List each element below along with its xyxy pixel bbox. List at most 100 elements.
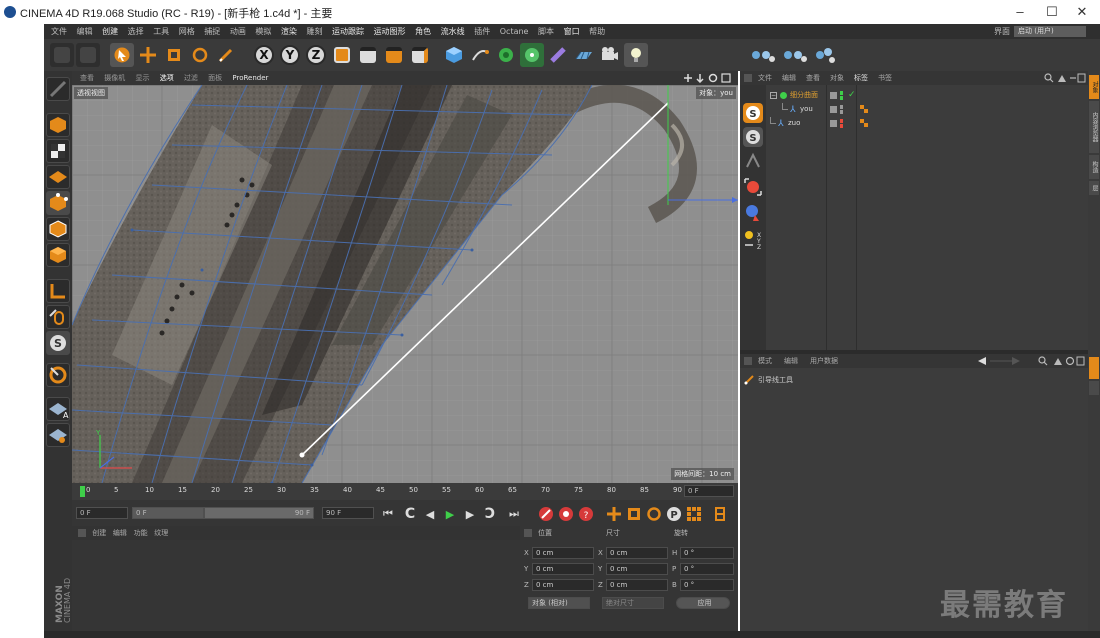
object-row[interactable]: − 细分曲面 ✓ <box>766 89 1088 102</box>
side-tab-layers[interactable]: 层 <box>1089 181 1099 195</box>
layout-preset-3-button[interactable] <box>812 43 842 67</box>
axis-mode-button[interactable] <box>46 279 70 303</box>
preview-end-field[interactable]: 90 F <box>204 507 314 519</box>
edges-mode-button[interactable] <box>46 217 70 241</box>
rotation-h-field[interactable]: 0 ° <box>680 547 734 559</box>
record-keys-button[interactable] <box>538 506 554 522</box>
menu-edit[interactable]: 编辑 <box>77 24 93 39</box>
model-mode-button[interactable] <box>46 113 70 137</box>
menu-tools[interactable]: 工具 <box>153 24 169 39</box>
visibility-editor-icon[interactable] <box>840 91 843 95</box>
deformer-button[interactable] <box>546 43 570 67</box>
render-settings-button[interactable] <box>408 43 432 67</box>
coordinate-mode-select[interactable]: 对象 (相对) <box>528 597 590 609</box>
workplane-mode-button[interactable] <box>46 165 70 189</box>
render-view-button[interactable] <box>356 43 380 67</box>
preview-start-field[interactable]: 0 F <box>132 507 204 519</box>
apply-button[interactable]: 应用 <box>676 597 730 609</box>
viewport-menu-prorender[interactable]: ProRender <box>232 71 268 85</box>
size-mode-select[interactable]: 绝对尺寸 <box>602 597 664 609</box>
go-to-start-button[interactable]: ⏮ <box>380 506 396 522</box>
light-button[interactable] <box>624 43 648 67</box>
om-menu-bookmarks[interactable]: 书签 <box>878 71 892 85</box>
visibility-editor-icon[interactable] <box>840 105 843 109</box>
menu-plugins[interactable]: 插件 <box>474 24 490 39</box>
side-tab-content-browser[interactable]: 内容浏览器 <box>1089 101 1099 153</box>
cube-button[interactable] <box>442 43 466 67</box>
visibility-render-icon[interactable] <box>840 110 843 114</box>
position-x-field[interactable]: 0 cm <box>532 547 594 559</box>
select-tool-button[interactable] <box>110 43 134 67</box>
menu-octane[interactable]: Octane <box>500 24 529 39</box>
z-axis-button[interactable]: Z <box>304 43 328 67</box>
key-position-button[interactable] <box>606 506 622 522</box>
subdivision-button[interactable] <box>494 43 518 67</box>
om-menu-edit[interactable]: 编辑 <box>782 71 796 85</box>
viewport-menu-display[interactable]: 显示 <box>135 71 149 85</box>
snap-button[interactable]: S <box>46 331 70 355</box>
expand-toggle-icon[interactable]: − <box>770 92 777 99</box>
snap-settings-button[interactable]: S <box>743 127 763 147</box>
key-pla-button[interactable] <box>686 506 702 522</box>
object-row[interactable]: ⅄ you <box>766 103 1088 116</box>
object-row[interactable]: ⅄ zuo <box>766 117 1088 130</box>
x-axis-button[interactable]: X <box>252 43 276 67</box>
pen-spline-button[interactable] <box>468 43 492 67</box>
object-name[interactable]: you <box>800 103 813 116</box>
move-tool-button[interactable] <box>136 43 160 67</box>
go-to-next-key-button[interactable]: Ↄ <box>482 506 498 522</box>
size-x-field[interactable]: 0 cm <box>606 547 668 559</box>
layer-icon[interactable] <box>830 120 837 127</box>
tweak-mode-button[interactable] <box>46 305 70 329</box>
xyz-tool-button[interactable]: XYZ <box>743 229 763 251</box>
menu-create[interactable]: 创建 <box>102 24 118 39</box>
end-frame-field[interactable]: 90 F <box>322 507 374 519</box>
size-y-field[interactable]: 0 cm <box>606 563 668 575</box>
snap-toggle-button[interactable]: S <box>743 103 763 123</box>
close-button[interactable]: ✕ <box>1066 2 1098 22</box>
timeline-window-button[interactable] <box>712 506 728 522</box>
material-menu-function[interactable]: 功能 <box>134 529 148 537</box>
floor-button[interactable] <box>572 43 596 67</box>
current-frame-marker[interactable] <box>80 486 85 497</box>
camera-button[interactable] <box>598 43 622 67</box>
menu-motion-tracking[interactable]: 运动跟踪 <box>332 24 364 39</box>
side-tab-structure[interactable]: 构造 <box>1089 155 1099 179</box>
position-z-field[interactable]: 0 cm <box>532 579 594 591</box>
rotate-tool-button[interactable] <box>188 43 212 67</box>
paint-tool-button[interactable] <box>743 203 763 223</box>
am-menu-mode[interactable]: 模式 <box>758 354 772 368</box>
object-name[interactable]: zuo <box>788 117 800 130</box>
viewport-menu-view[interactable]: 查看 <box>80 71 94 85</box>
viewport-menu-filter[interactable]: 过滤 <box>184 71 198 85</box>
make-editable-button[interactable] <box>46 77 70 101</box>
current-frame-field[interactable]: 0 F <box>684 485 734 497</box>
undo-button[interactable] <box>50 43 74 67</box>
layout-preset-2-button[interactable] <box>780 43 810 67</box>
material-menu-create[interactable]: 创建 <box>92 529 106 537</box>
array-button[interactable] <box>520 43 544 67</box>
menu-mograph[interactable]: 运动图形 <box>374 24 406 39</box>
next-frame-button[interactable]: ▶ <box>462 506 478 522</box>
viewport-menu-options[interactable]: 选项 <box>160 71 174 85</box>
om-header-icons[interactable] <box>1044 73 1086 83</box>
points-mode-button[interactable] <box>46 191 70 215</box>
start-frame-field[interactable]: 0 F <box>76 507 128 519</box>
menu-character[interactable]: 角色 <box>415 24 431 39</box>
layout-preset-1-button[interactable] <box>748 43 778 67</box>
lock-workplane-button[interactable] <box>46 363 70 387</box>
menu-script[interactable]: 脚本 <box>538 24 554 39</box>
key-rotation-button[interactable] <box>646 506 662 522</box>
side-tab-objects[interactable]: 对象 <box>1089 75 1099 99</box>
y-axis-button[interactable]: Y <box>278 43 302 67</box>
key-scale-button[interactable] <box>626 506 642 522</box>
viewport-menu-panel[interactable]: 面板 <box>208 71 222 85</box>
om-menu-objects[interactable]: 对象 <box>830 71 844 85</box>
viewport-nav-icons[interactable] <box>684 73 734 83</box>
am-menu-edit[interactable]: 编辑 <box>784 354 798 368</box>
position-y-field[interactable]: 0 cm <box>532 563 594 575</box>
layout-select[interactable]: 启动 (用户) <box>1014 26 1086 37</box>
enabled-check-icon[interactable]: ✓ <box>848 89 856 102</box>
solo-button[interactable] <box>46 423 70 447</box>
om-menu-file[interactable]: 文件 <box>758 71 772 85</box>
